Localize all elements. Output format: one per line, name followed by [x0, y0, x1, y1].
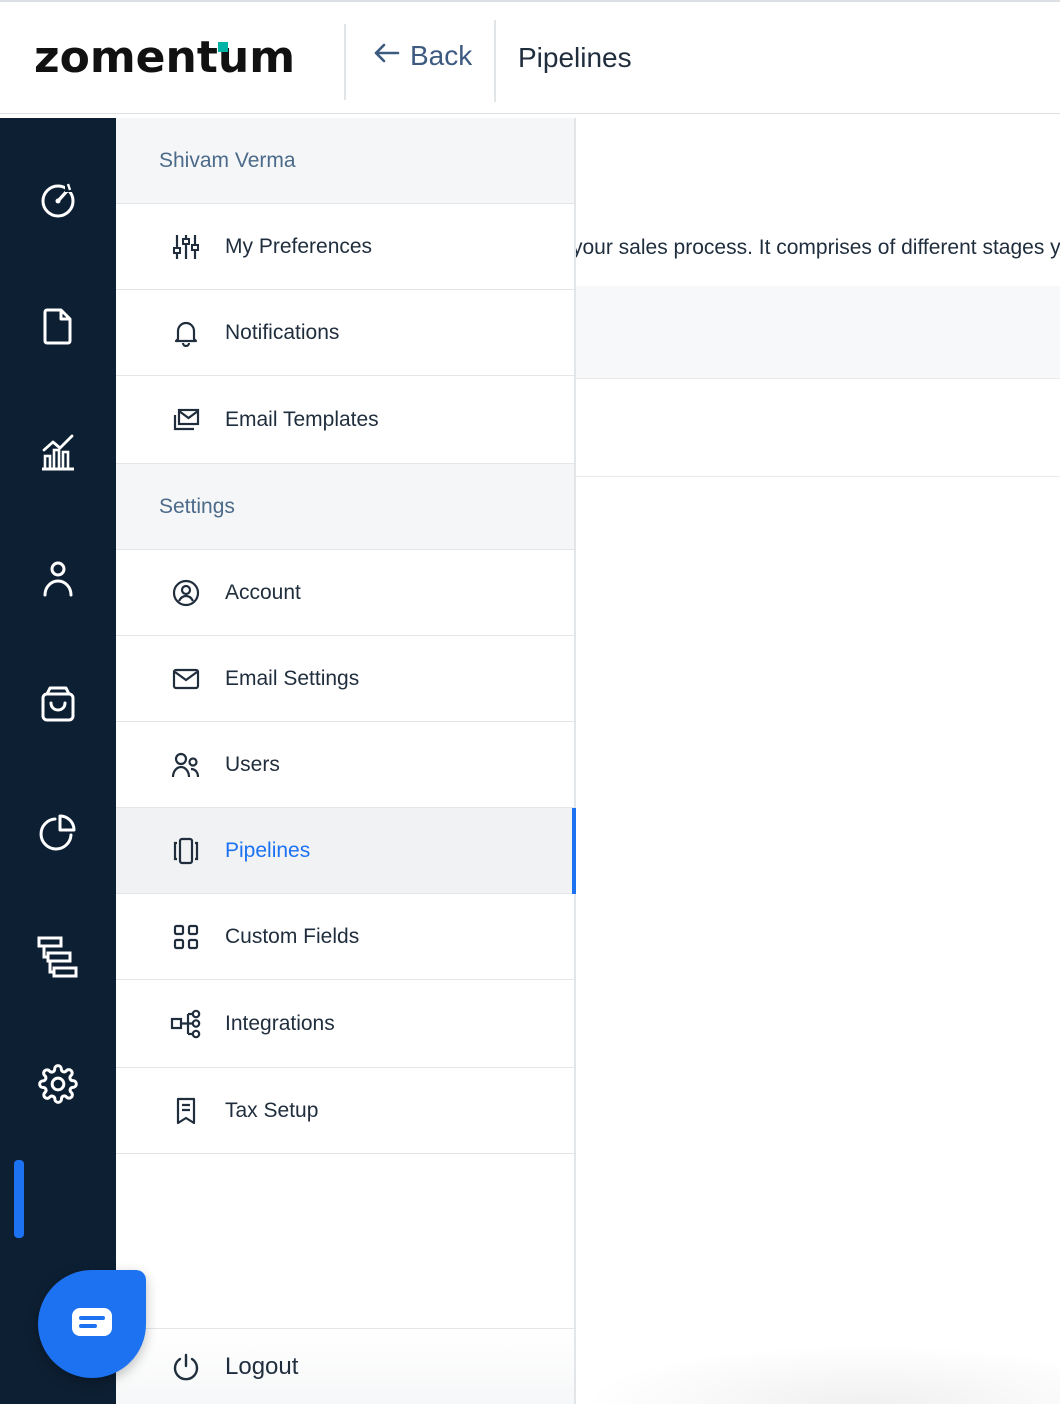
- chat-support-button[interactable]: [38, 1270, 146, 1378]
- back-button[interactable]: Back: [372, 40, 472, 72]
- logout-button[interactable]: Logout: [116, 1328, 574, 1404]
- user-section-header: Shivam Verma: [116, 118, 574, 204]
- bottom-shadow: [580, 1344, 1060, 1404]
- zomentum-logo[interactable]: zomentum: [34, 32, 295, 83]
- menu-item-label: My Preferences: [225, 234, 373, 258]
- menu-item-email-settings[interactable]: Email Settings: [116, 636, 574, 722]
- breadcrumb-current: Pipelines: [518, 42, 632, 73]
- menu-item-label: Notifications: [225, 320, 340, 344]
- chat-icon: [70, 1306, 114, 1343]
- reports-icon[interactable]: [36, 430, 80, 474]
- back-label: Back: [410, 40, 473, 71]
- logo-accent-mark: [218, 42, 228, 52]
- receipt-icon: [170, 1095, 202, 1127]
- table-row-divider: [576, 476, 1060, 477]
- workflow-icon[interactable]: [36, 936, 80, 980]
- table-header-row: [576, 286, 1060, 379]
- header-divider: [494, 20, 496, 102]
- menu-item-tax-setup[interactable]: Tax Setup: [116, 1068, 574, 1154]
- menu-item-account[interactable]: Account: [116, 550, 574, 636]
- integrations-icon: [170, 1008, 202, 1040]
- bell-icon: [170, 317, 202, 349]
- dashboard-icon[interactable]: [36, 178, 80, 222]
- settings-section-header: Settings: [116, 464, 574, 550]
- menu-item-pipelines[interactable]: Pipelines: [116, 808, 576, 894]
- arrow-left-icon: [372, 40, 400, 72]
- power-icon: [170, 1351, 202, 1383]
- logout-label: Logout: [225, 1352, 299, 1380]
- menu-item-label: Users: [225, 752, 280, 776]
- menu-item-integrations[interactable]: Integrations: [116, 980, 574, 1068]
- menu-item-custom-fields[interactable]: Custom Fields: [116, 894, 574, 980]
- menu-item-email-templates[interactable]: Email Templates: [116, 376, 574, 464]
- menu-item-label: Email Settings: [225, 666, 360, 690]
- menu-item-label: Custom Fields: [225, 924, 360, 948]
- main-content: your sales process. It comprises of diff…: [576, 118, 1060, 1404]
- pipelines-icon: [170, 835, 202, 867]
- users-icon: [170, 749, 202, 781]
- menu-item-label: Integrations: [225, 1011, 335, 1035]
- grid-icon: [170, 921, 202, 953]
- menu-item-my-preferences[interactable]: My Preferences: [116, 204, 574, 290]
- settings-icon[interactable]: [36, 1062, 80, 1106]
- active-nav-indicator: [14, 1160, 24, 1238]
- primary-nav-rail: [0, 118, 116, 1404]
- envelope-icon: [170, 663, 202, 695]
- menu-item-notifications[interactable]: Notifications: [116, 290, 574, 376]
- menu-item-label: Pipelines: [225, 838, 311, 862]
- marketplace-icon[interactable]: [36, 682, 80, 726]
- top-bar: zomentum Back Pipelines: [0, 0, 1060, 114]
- document-icon[interactable]: [36, 304, 80, 348]
- account-icon: [170, 577, 202, 609]
- menu-item-users[interactable]: Users: [116, 722, 574, 808]
- menu-item-label: Account: [225, 580, 301, 604]
- analytics-icon[interactable]: [36, 810, 80, 854]
- email-template-icon: [170, 404, 202, 436]
- settings-menu: Shivam Verma My Preferences Notification…: [116, 118, 576, 1404]
- menu-item-label: Tax Setup: [225, 1098, 319, 1122]
- menu-item-label: Email Templates: [225, 407, 379, 431]
- header-divider: [344, 24, 346, 100]
- sliders-icon: [170, 231, 202, 263]
- contacts-icon[interactable]: [36, 556, 80, 600]
- pipelines-description: your sales process. It comprises of diff…: [576, 236, 1060, 259]
